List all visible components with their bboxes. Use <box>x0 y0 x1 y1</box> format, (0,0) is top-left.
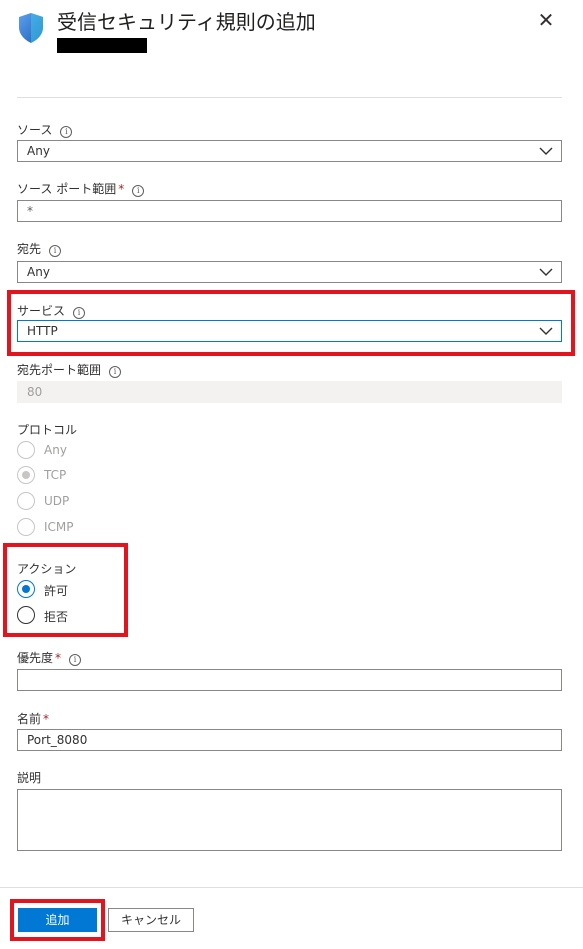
info-icon[interactable]: i <box>69 654 82 666</box>
name-label: 名前 * <box>17 712 50 726</box>
priority-label: 優先度 * i <box>17 649 82 666</box>
radio-button <box>17 466 35 484</box>
close-icon[interactable]: ✕ <box>534 8 558 32</box>
radio-button[interactable] <box>17 606 35 624</box>
radio-button <box>17 441 35 459</box>
header-divider <box>17 97 562 98</box>
required-mark: * <box>43 712 50 726</box>
dest-port-input: 80 <box>17 381 562 403</box>
radio-button[interactable] <box>17 580 35 598</box>
destination-dropdown[interactable]: Any <box>17 261 562 283</box>
action-label: アクション <box>17 562 77 576</box>
radio-button <box>17 518 35 536</box>
info-icon[interactable]: i <box>60 126 73 138</box>
page-title: 受信セキュリティ規則の追加 <box>57 10 316 34</box>
info-icon[interactable]: i <box>73 307 86 319</box>
redacted-subtitle <box>57 38 147 53</box>
source-value: Any <box>27 144 50 158</box>
shield-icon <box>19 13 43 43</box>
footer-divider <box>0 887 583 888</box>
priority-input[interactable] <box>17 669 562 691</box>
chevron-down-icon <box>539 268 553 276</box>
required-mark: * <box>55 651 62 665</box>
radio-label: Any <box>44 443 67 457</box>
service-dropdown[interactable]: HTTP <box>17 320 562 342</box>
cancel-button[interactable]: キャンセル <box>108 908 194 932</box>
chevron-down-icon <box>539 327 553 335</box>
info-icon[interactable]: i <box>49 245 62 257</box>
destination-value: Any <box>27 265 50 279</box>
source-label: ソース i <box>17 121 73 138</box>
service-value: HTTP <box>27 324 58 338</box>
protocol-label: プロトコル <box>17 423 78 437</box>
chevron-down-icon <box>539 147 553 155</box>
info-icon[interactable]: i <box>132 185 145 197</box>
required-mark: * <box>118 182 125 196</box>
radio-label: TCP <box>44 468 67 482</box>
radio-button <box>17 492 35 510</box>
source-dropdown[interactable]: Any <box>17 140 562 162</box>
dest-port-label: 宛先ポート範囲 i <box>17 361 122 378</box>
radio-label: ICMP <box>44 520 74 534</box>
destination-label: 宛先 i <box>17 240 62 257</box>
name-input[interactable]: Port_8080 <box>17 729 562 751</box>
source-port-label: ソース ポート範囲 * i <box>17 180 145 197</box>
radio-label: 拒否 <box>44 610 69 624</box>
description-label: 説明 <box>17 771 42 785</box>
source-port-input[interactable]: * <box>17 200 562 222</box>
add-button[interactable]: 追加 <box>18 908 97 932</box>
info-icon[interactable]: i <box>109 366 122 378</box>
radio-label: 許可 <box>44 584 69 598</box>
description-textarea[interactable] <box>17 789 562 851</box>
service-label: サービス i <box>17 302 86 319</box>
radio-label: UDP <box>44 494 70 508</box>
